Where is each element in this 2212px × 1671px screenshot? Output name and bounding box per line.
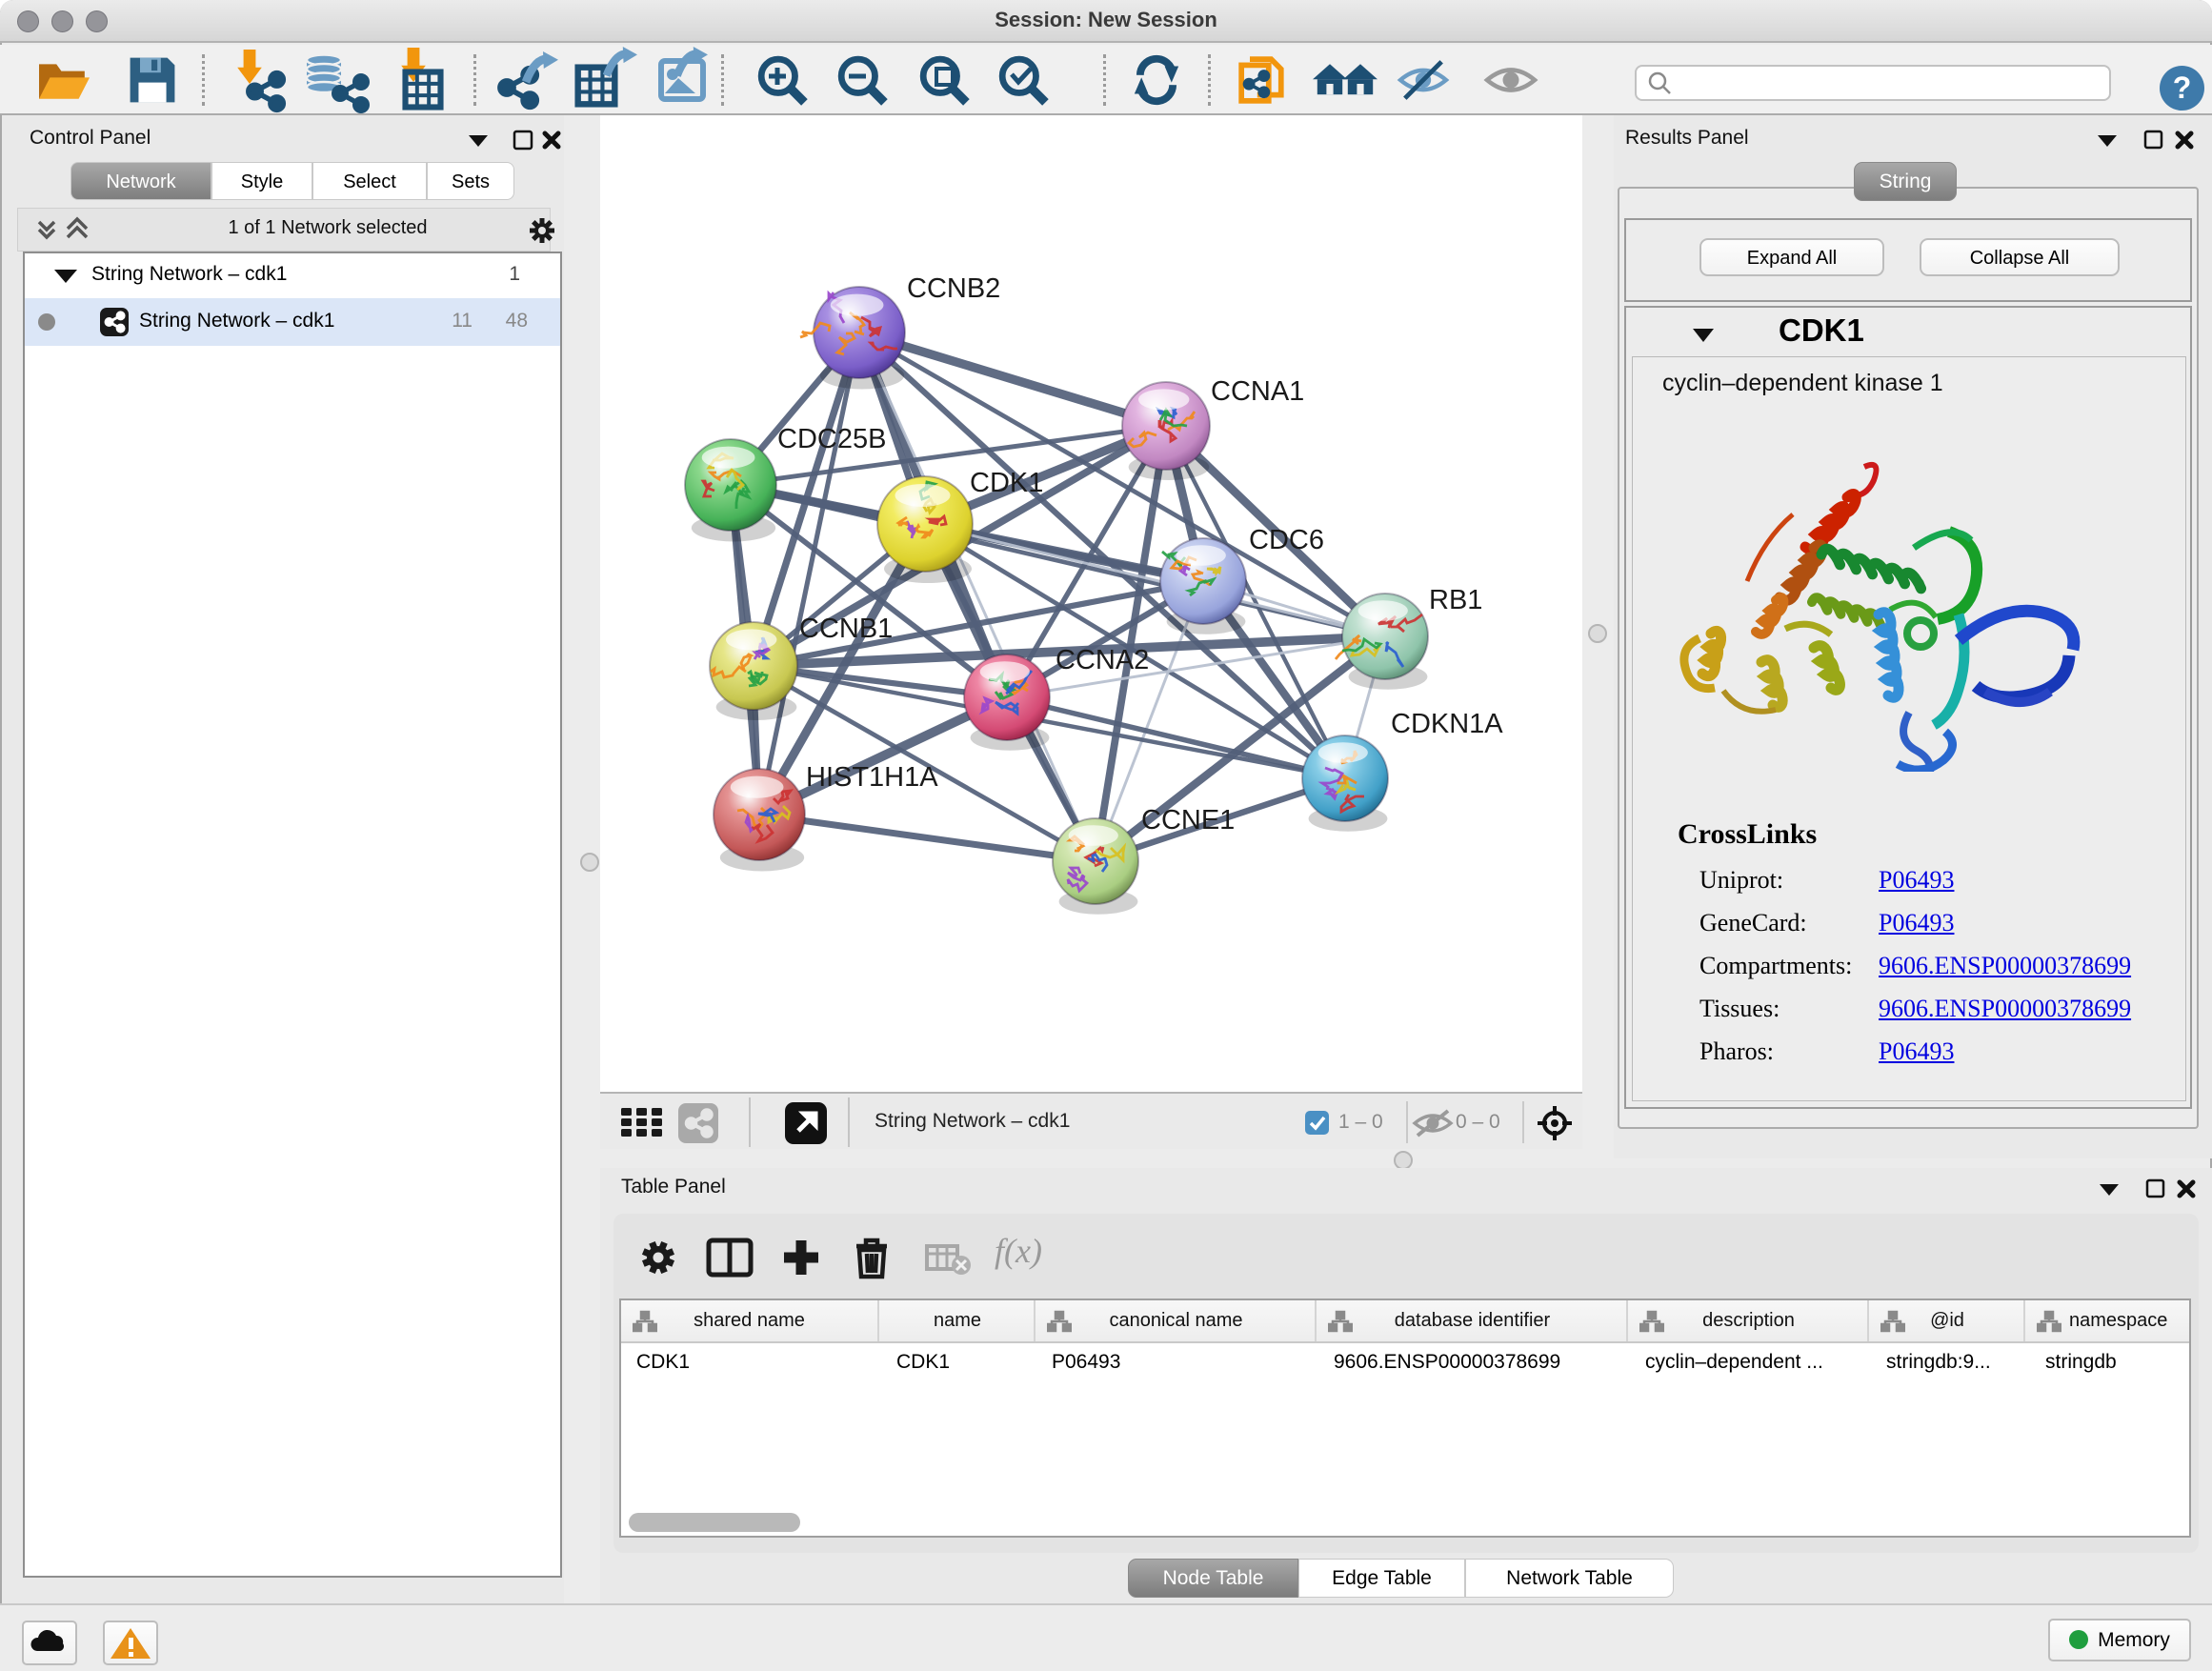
svg-text:CCNB1: CCNB1 bbox=[799, 614, 893, 644]
svg-text:CDC6: CDC6 bbox=[1249, 525, 1324, 555]
svg-text:CCNA2: CCNA2 bbox=[1056, 645, 1149, 675]
svg-text:CDC25B: CDC25B bbox=[777, 424, 886, 454]
svg-text:HIST1H1A: HIST1H1A bbox=[806, 762, 938, 793]
svg-text:RB1: RB1 bbox=[1429, 585, 1482, 615]
svg-text:CDK1: CDK1 bbox=[970, 468, 1043, 498]
svg-text:CCNE1: CCNE1 bbox=[1141, 805, 1235, 836]
svg-text:CCNA1: CCNA1 bbox=[1211, 376, 1304, 407]
svg-text:CDKN1A: CDKN1A bbox=[1391, 709, 1503, 739]
svg-text:CCNB2: CCNB2 bbox=[907, 273, 1000, 304]
